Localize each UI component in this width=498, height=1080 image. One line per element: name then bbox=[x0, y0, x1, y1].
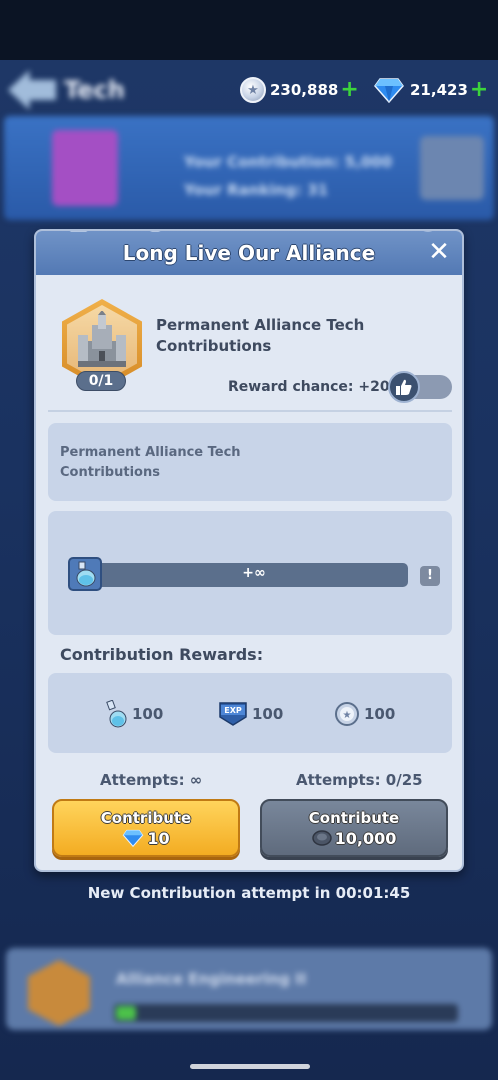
svg-text:EXP: EXP bbox=[224, 706, 242, 715]
status-bar-area bbox=[0, 0, 498, 60]
gem-amount: 21,423 bbox=[410, 81, 468, 99]
close-button[interactable]: ✕ bbox=[426, 237, 452, 267]
info-button[interactable]: ! bbox=[420, 566, 440, 586]
silver-amount: 230,888 bbox=[270, 81, 339, 99]
tech-name: Permanent Alliance Tech Contributions bbox=[156, 316, 365, 355]
gem-currency: 21,423 + bbox=[374, 76, 488, 104]
gem-attempts: Attempts: ∞ bbox=[100, 771, 203, 789]
silver-coin-icon: ★ bbox=[335, 702, 359, 726]
reward-silver-amount: 100 bbox=[364, 705, 396, 723]
home-indicator bbox=[190, 1064, 310, 1069]
tech-item-progress-track bbox=[114, 1004, 458, 1022]
gem-icon bbox=[123, 829, 144, 847]
reward-chance-text: Reward chance: +20% bbox=[228, 379, 404, 395]
tech-item-title: Alliance Engineering II bbox=[116, 970, 307, 988]
banner-text: Your Contribution: 5,000 Your Ranking: 3… bbox=[184, 148, 392, 204]
banner-emblem-icon bbox=[52, 130, 118, 206]
silver-currency: ★ 230,888 + bbox=[240, 76, 359, 104]
silver-coin-icon: ★ bbox=[240, 77, 266, 103]
svg-text:★: ★ bbox=[343, 710, 352, 721]
castle-icon bbox=[78, 311, 126, 367]
close-icon: ✕ bbox=[428, 237, 450, 267]
add-silver-button[interactable]: + bbox=[340, 79, 358, 101]
add-gems-button[interactable]: + bbox=[470, 79, 488, 101]
progress-label: +∞ bbox=[242, 565, 266, 581]
ranking-button bbox=[420, 136, 484, 200]
thumbs-up-icon[interactable] bbox=[388, 371, 420, 403]
potion-icon bbox=[106, 700, 127, 728]
reward-silver: ★ 100 bbox=[334, 699, 395, 729]
tech-level-counter: 0/1 bbox=[76, 371, 126, 391]
contribute-silver-cost: 10,000 bbox=[311, 828, 397, 848]
potion-icon bbox=[76, 561, 96, 587]
silver-attempts: Attempts: 0/25 bbox=[296, 771, 423, 789]
contribute-gems-label: Contribute bbox=[100, 808, 192, 827]
dialog-title: Long Live Our Alliance bbox=[122, 241, 376, 265]
contribution-dialog: Long Live Our Alliance ✕ 0/1 Permanent A… bbox=[34, 229, 464, 872]
banner-line-contribution: Your Contribution: 5,000 bbox=[184, 153, 393, 171]
contribute-gems-button[interactable]: Contribute 10 bbox=[52, 799, 240, 857]
rewards-title: Contribution Rewards: bbox=[60, 645, 264, 664]
gem-icon bbox=[374, 78, 404, 103]
divider bbox=[48, 410, 452, 412]
reward-potion-amount: 100 bbox=[132, 705, 164, 723]
contribute-gems-amount: 10 bbox=[147, 828, 170, 848]
contribute-silver-label: Contribute bbox=[308, 808, 400, 827]
contribute-gems-cost: 10 bbox=[122, 828, 170, 848]
tech-item-progress-fill bbox=[116, 1006, 136, 1020]
next-attempt-timer: New Contribution attempt in 00:01:45 bbox=[87, 884, 411, 902]
silver-coin-icon bbox=[311, 830, 332, 846]
description-text: Permanent Alliance Tech Contributions bbox=[60, 445, 241, 480]
dialog-header: Long Live Our Alliance ✕ bbox=[36, 231, 462, 275]
banner-line-ranking: Your Ranking: 31 bbox=[184, 181, 329, 199]
potion-badge bbox=[68, 557, 102, 591]
reward-potion: 100 bbox=[104, 699, 163, 729]
reward-exp-amount: 100 bbox=[252, 705, 284, 723]
contribute-silver-amount: 10,000 bbox=[334, 828, 397, 848]
exp-icon: EXP bbox=[219, 702, 247, 726]
contribute-silver-button[interactable]: Contribute 10,000 bbox=[260, 799, 448, 857]
screen-title: Tech bbox=[64, 76, 125, 104]
snow-decoration bbox=[36, 231, 462, 239]
reward-exp: EXP 100 bbox=[218, 699, 283, 729]
